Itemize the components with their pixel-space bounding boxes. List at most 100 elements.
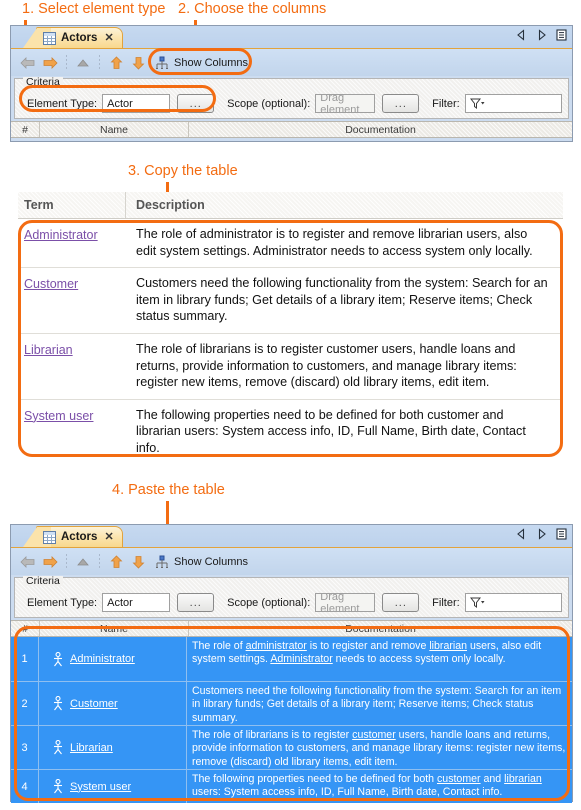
element-type-input[interactable]: Actor — [102, 94, 171, 113]
doc-column-header-description: Description — [136, 198, 205, 212]
row-documentation: Customers need the following functionali… — [192, 685, 562, 724]
row-name-link[interactable]: System user — [70, 781, 131, 793]
funnel-dropdown-icon[interactable] — [469, 596, 485, 609]
scope-label: Scope (optional): — [227, 596, 311, 609]
scope-input[interactable]: Drag element — [315, 593, 376, 612]
doc-description-cell: The role of librarians is to register cu… — [136, 341, 517, 390]
nav-right-icon[interactable] — [536, 29, 547, 41]
top-criteria-row: Element Type: Actor ... Scope (optional)… — [21, 94, 562, 113]
row-number: 1 — [11, 637, 39, 681]
toolbar-separator — [99, 55, 100, 70]
callout-step-4: 4. Paste the table — [112, 482, 225, 498]
column-header-name[interactable]: Name — [40, 122, 189, 137]
scope-browse-button[interactable]: ... — [382, 94, 420, 113]
show-columns-button[interactable]: Show Columns — [149, 52, 254, 73]
doc-table-row[interactable]: Administrator The role of administrator … — [18, 219, 563, 269]
top-tabstrip: Actors ✕ — [11, 26, 572, 49]
actor-icon — [54, 696, 62, 711]
table-row[interactable]: 1 Administrator The role of administrato… — [11, 637, 572, 682]
bottom-grid-header: # Name Documentation — [11, 620, 572, 637]
move-down-icon[interactable] — [127, 551, 149, 572]
row-name-cell[interactable]: Librarian — [39, 726, 187, 769]
element-type-browse-button[interactable]: ... — [177, 593, 215, 612]
scope-label: Scope (optional): — [227, 97, 311, 110]
table-icon — [43, 530, 56, 544]
table-row[interactable]: 2 Customer Customers need the following … — [11, 682, 572, 726]
documentation-table: Term Description Administrator The role … — [18, 192, 563, 465]
doc-term-link[interactable]: Administrator — [24, 228, 98, 242]
back-arrow-icon[interactable] — [17, 52, 39, 73]
row-name-cell[interactable]: Administrator — [39, 637, 187, 681]
tab-actors[interactable]: Actors ✕ — [23, 27, 123, 48]
row-name-link[interactable]: Administrator — [70, 653, 135, 665]
bottom-tabstrip: Actors ✕ — [11, 525, 572, 548]
table-row[interactable]: 3 Librarian The role of librarians is to… — [11, 726, 572, 770]
row-name-cell[interactable]: Customer — [39, 682, 187, 725]
close-icon[interactable]: ✕ — [104, 531, 113, 543]
up-triangle-icon[interactable] — [72, 551, 94, 572]
top-grid-header: # Name Documentation — [11, 121, 572, 138]
filter-input[interactable] — [464, 94, 562, 113]
tab-list-icon[interactable] — [556, 528, 567, 540]
doc-term-cell: Customer — [18, 268, 126, 333]
column-header-name[interactable]: Name — [40, 621, 189, 636]
doc-table-row[interactable]: Librarian The role of librarians is to r… — [18, 333, 563, 400]
doc-term-cell: Librarian — [18, 334, 126, 399]
element-type-browse-button[interactable]: ... — [177, 94, 215, 113]
scope-input[interactable]: Drag element — [315, 94, 376, 113]
up-triangle-icon[interactable] — [72, 52, 94, 73]
funnel-dropdown-icon[interactable] — [469, 97, 485, 110]
doc-term-link[interactable]: System user — [24, 409, 93, 423]
element-type-input[interactable]: Actor — [102, 593, 171, 612]
row-documentation: The role of librarians is to register cu… — [192, 729, 566, 768]
row-name-cell[interactable]: System user — [39, 770, 187, 803]
top-toolbar: Show Columns — [11, 49, 572, 76]
filter-label: Filter: — [432, 97, 460, 110]
show-columns-label: Show Columns — [174, 56, 248, 69]
row-documentation: The role of administrator is to register… — [192, 640, 542, 666]
table-row[interactable]: 4 System user The following properties n… — [11, 770, 572, 803]
element-type-label: Element Type: — [27, 97, 98, 110]
row-name-link[interactable]: Librarian — [70, 742, 113, 754]
row-number: 3 — [11, 726, 39, 769]
column-header-num[interactable]: # — [11, 621, 40, 636]
back-arrow-icon[interactable] — [17, 551, 39, 572]
results-grid: 1 Administrator The role of administrato… — [11, 637, 572, 803]
bottom-criteria-row: Element Type: Actor ... Scope (optional)… — [21, 593, 562, 612]
tab-actors[interactable]: Actors ✕ — [23, 526, 123, 547]
nav-left-icon[interactable] — [516, 29, 527, 41]
nav-left-icon[interactable] — [516, 528, 527, 540]
nav-right-icon[interactable] — [536, 528, 547, 540]
row-number: 4 — [11, 770, 39, 803]
doc-term-link[interactable]: Customer — [24, 277, 78, 291]
show-columns-label: Show Columns — [174, 555, 248, 568]
row-name-link[interactable]: Customer — [70, 698, 118, 710]
filter-input[interactable] — [464, 593, 562, 612]
column-header-documentation[interactable]: Documentation — [189, 621, 572, 636]
move-up-icon[interactable] — [105, 551, 127, 572]
bottom-query-panel: Actors ✕ Show Columns Criteria Element T… — [10, 524, 573, 803]
doc-description-cell: Customers need the following functionali… — [136, 276, 548, 324]
show-columns-button[interactable]: Show Columns — [149, 551, 254, 572]
move-down-icon[interactable] — [127, 52, 149, 73]
criteria-legend: Criteria — [23, 77, 63, 87]
row-number: 2 — [11, 682, 39, 725]
top-tabstrip-controls — [516, 29, 567, 41]
column-header-num[interactable]: # — [11, 122, 40, 137]
callout-step-1: 1. Select element type — [22, 1, 166, 17]
doc-term-link[interactable]: Librarian — [24, 343, 73, 357]
doc-table-row[interactable]: System user The following properties nee… — [18, 399, 563, 465]
move-up-icon[interactable] — [105, 52, 127, 73]
row-documentation: The following properties need to be defi… — [192, 773, 542, 799]
tab-list-icon[interactable] — [556, 29, 567, 41]
column-header-documentation[interactable]: Documentation — [189, 122, 572, 137]
toolbar-separator — [99, 554, 100, 569]
doc-table-row[interactable]: Customer Customers need the following fu… — [18, 268, 563, 334]
doc-description-cell: The following properties need to be defi… — [136, 407, 526, 455]
actor-icon — [54, 779, 62, 794]
doc-column-header-term: Term — [18, 192, 126, 218]
forward-arrow-icon[interactable] — [39, 52, 61, 73]
scope-browse-button[interactable]: ... — [382, 593, 420, 612]
close-icon[interactable]: ✕ — [104, 32, 113, 44]
forward-arrow-icon[interactable] — [39, 551, 61, 572]
